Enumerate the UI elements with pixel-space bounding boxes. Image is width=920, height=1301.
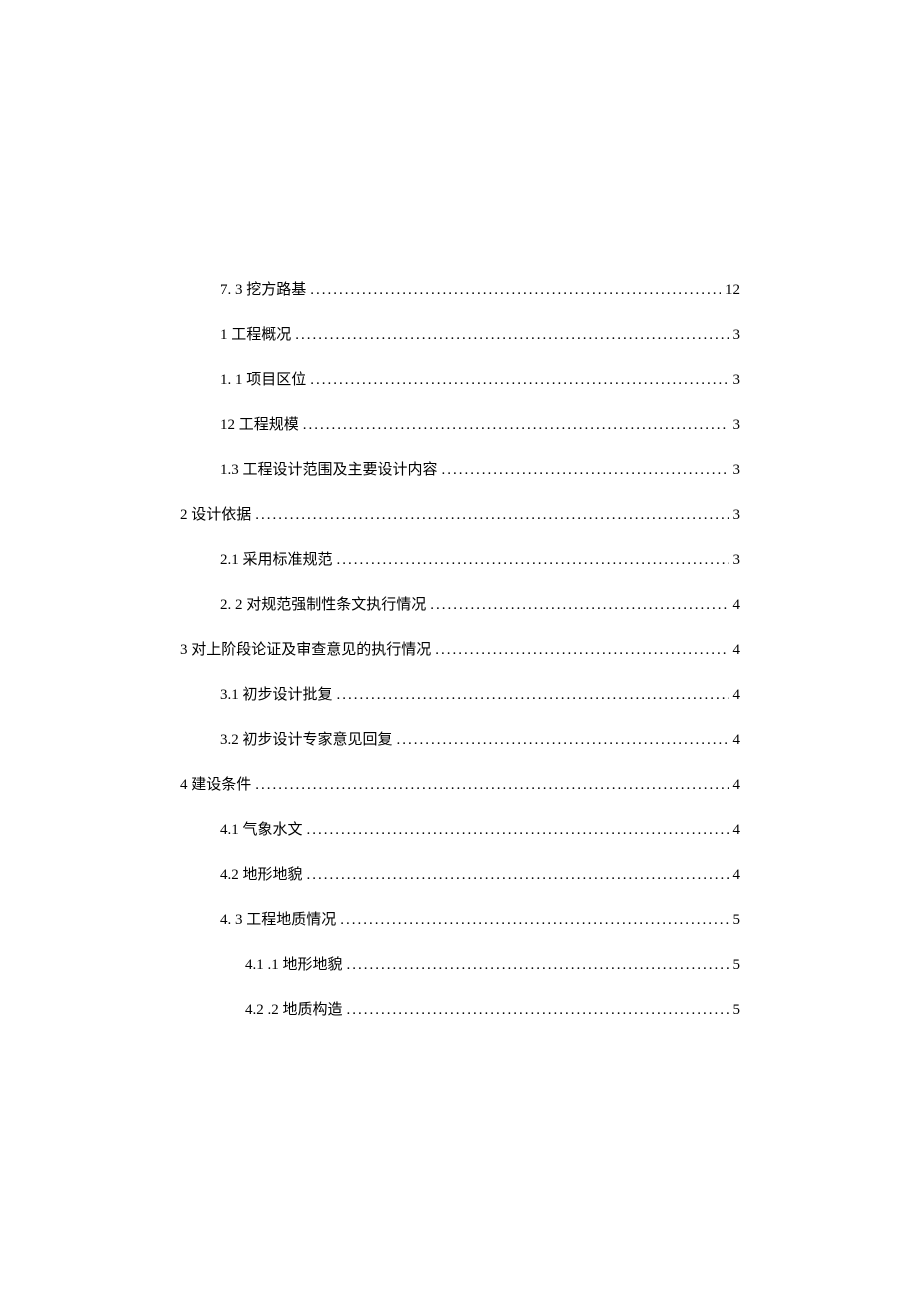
toc-entry: 4 建设条件 4	[180, 773, 740, 794]
toc-page-number: 4	[733, 867, 741, 884]
toc-page-number: 3	[733, 552, 741, 569]
toc-page-number: 3	[733, 462, 741, 479]
toc-label: 3.2 初步设计专家意见回复	[220, 728, 393, 749]
toc-label: 4.2 地形地貌	[220, 863, 303, 884]
toc-page-number: 4	[733, 687, 741, 704]
toc-leader	[347, 1002, 729, 1019]
toc-label: 12 工程规模	[220, 413, 299, 434]
toc-label: 2.1 采用标准规范	[220, 548, 333, 569]
toc-entry: 4.2 .2 地质构造 5	[180, 998, 740, 1019]
toc-page-number: 4	[733, 732, 741, 749]
toc-page-number: 3	[733, 507, 741, 524]
toc-entry: 3.1 初步设计批复 4	[180, 683, 740, 704]
toc-page-number: 4	[733, 777, 741, 794]
toc-label: 4.1 气象水文	[220, 818, 303, 839]
toc-entry: 2.1 采用标准规范 3	[180, 548, 740, 569]
toc-leader	[397, 732, 729, 749]
toc-entry: 4.1 .1 地形地貌 5	[180, 953, 740, 974]
toc-entry: 12 工程规模 3	[180, 413, 740, 434]
toc-entry: 2. 2 对规范强制性条文执行情况 4	[180, 593, 740, 614]
toc-entry: 4.1 气象水文 4	[180, 818, 740, 839]
toc-leader	[303, 417, 729, 434]
toc-page-number: 3	[733, 417, 741, 434]
toc-label: 3 对上阶段论证及审查意见的执行情况	[180, 638, 431, 659]
toc-leader	[310, 282, 721, 299]
toc-label: 4 建设条件	[180, 773, 251, 794]
toc-page-number: 12	[725, 282, 740, 299]
toc-leader	[310, 372, 728, 389]
toc-leader	[435, 642, 728, 659]
toc-entry: 1. 1 项目区位 3	[180, 368, 740, 389]
toc-leader	[307, 822, 729, 839]
toc-label: 7. 3 挖方路基	[220, 278, 306, 299]
toc-label: 1 工程概况	[220, 323, 291, 344]
toc-leader	[337, 552, 729, 569]
toc-label: 4.2 .2 地质构造	[245, 998, 343, 1019]
toc-leader	[255, 777, 728, 794]
toc-label: 1. 1 项目区位	[220, 368, 306, 389]
toc-label: 2 设计依据	[180, 503, 251, 524]
toc-label: 2. 2 对规范强制性条文执行情况	[220, 593, 426, 614]
toc-entry: 3.2 初步设计专家意见回复 4	[180, 728, 740, 749]
toc-page-number: 4	[733, 822, 741, 839]
toc-entry: 2 设计依据 3	[180, 503, 740, 524]
toc-leader	[295, 327, 728, 344]
toc-label: 1.3 工程设计范围及主要设计内容	[220, 458, 438, 479]
toc-page-number: 5	[733, 957, 741, 974]
table-of-contents: 7. 3 挖方路基121 工程概况31. 1 项目区位312 工程规模31.3 …	[180, 278, 740, 1019]
toc-label: 4.1 .1 地形地貌	[245, 953, 343, 974]
toc-entry: 1 工程概况 3	[180, 323, 740, 344]
toc-page-number: 4	[733, 642, 741, 659]
toc-label: 4. 3 工程地质情况	[220, 908, 336, 929]
toc-leader	[340, 912, 728, 929]
toc-page-number: 5	[733, 912, 741, 929]
toc-leader	[347, 957, 729, 974]
toc-page-number: 4	[733, 597, 741, 614]
toc-label: 3.1 初步设计批复	[220, 683, 333, 704]
toc-leader	[255, 507, 728, 524]
toc-page-number: 5	[733, 1002, 741, 1019]
toc-leader	[442, 462, 729, 479]
toc-page-number: 3	[733, 327, 741, 344]
toc-leader	[307, 867, 729, 884]
toc-entry: 1.3 工程设计范围及主要设计内容 3	[180, 458, 740, 479]
toc-entry: 7. 3 挖方路基 12	[180, 278, 740, 299]
toc-entry: 4.2 地形地貌 4	[180, 863, 740, 884]
toc-page-number: 3	[733, 372, 741, 389]
toc-leader	[430, 597, 728, 614]
toc-leader	[337, 687, 729, 704]
toc-entry: 4. 3 工程地质情况 5	[180, 908, 740, 929]
toc-entry: 3 对上阶段论证及审查意见的执行情况 4	[180, 638, 740, 659]
